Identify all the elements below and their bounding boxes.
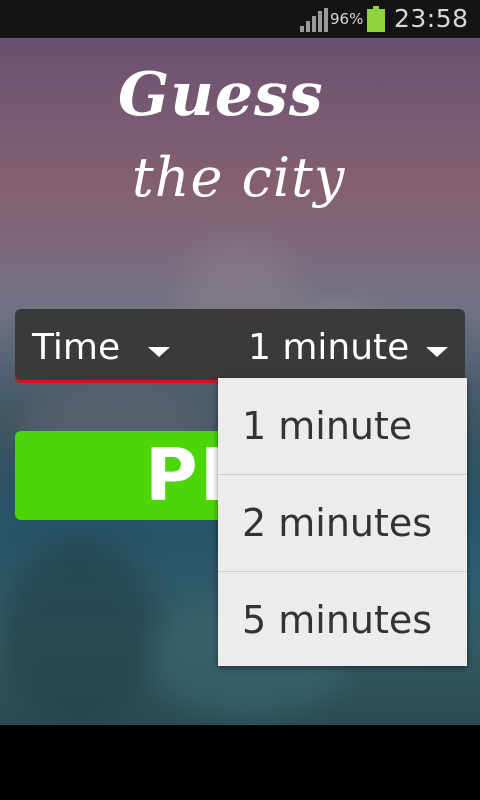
bottom-bar	[0, 725, 480, 800]
chevron-down-icon[interactable]	[426, 347, 448, 357]
time-selected-value[interactable]: 1 minute	[248, 327, 409, 368]
dropdown-option-2-minutes[interactable]: 2 minutes	[218, 475, 467, 571]
app-screen: 96% 23:58 Guess the city Time 1 minute P…	[0, 0, 480, 800]
app-title-line2: the city	[132, 146, 346, 209]
dropdown-option-5-minutes[interactable]: 5 minutes	[218, 572, 467, 668]
signal-strength-icon	[300, 8, 328, 32]
chevron-down-icon[interactable]	[148, 347, 170, 357]
time-label: Time	[32, 327, 121, 368]
time-selector[interactable]: Time 1 minute	[15, 309, 465, 383]
battery-percent: 96%	[330, 10, 364, 28]
dropdown-option-1-minute[interactable]: 1 minute	[218, 378, 467, 474]
time-dropdown-menu: 1 minute 2 minutes 5 minutes	[218, 378, 467, 666]
app-title-line1: Guess	[118, 60, 324, 130]
status-bar: 96% 23:58	[0, 0, 480, 38]
status-clock: 23:58	[394, 4, 469, 33]
battery-icon	[367, 6, 385, 32]
